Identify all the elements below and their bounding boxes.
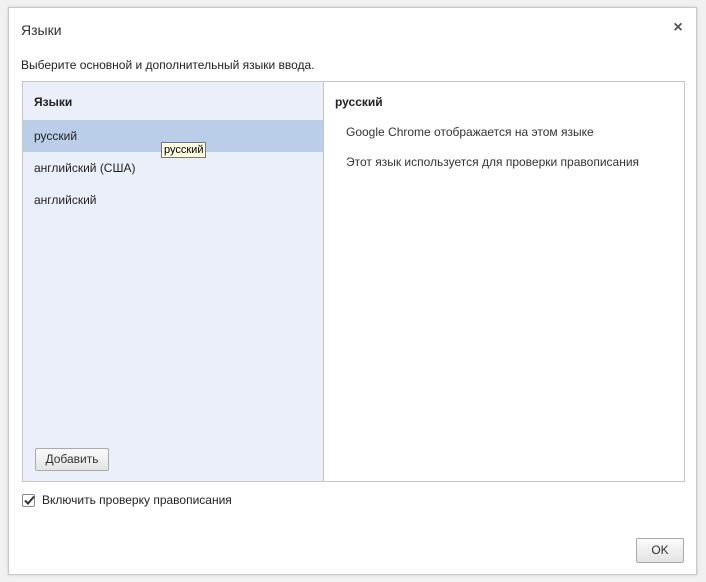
dialog-title: Языки (21, 22, 62, 38)
spellcheck-row: Включить проверку правописания (22, 492, 232, 508)
ok-button[interactable]: OK (636, 538, 684, 563)
languages-list: русский английский (США) английский (23, 120, 323, 216)
close-icon[interactable]: × (671, 20, 685, 36)
language-details-pane: русский Google Chrome отображается на эт… (324, 82, 684, 481)
dialog-description: Выберите основной и дополнительный языки… (21, 58, 315, 72)
spellcheck-language-info: Этот язык используется для проверки прав… (346, 155, 640, 169)
languages-list-pane: Языки русский английский (США) английски… (23, 82, 324, 481)
spellcheck-label: Включить проверку правописания (42, 493, 232, 507)
language-tooltip: русский (161, 142, 207, 158)
language-details-title: русский (335, 95, 383, 109)
language-item-english[interactable]: английский (23, 184, 323, 216)
languages-dialog: Языки × Выберите основной и дополнительн… (8, 7, 697, 575)
display-language-info: Google Chrome отображается на этом языке (346, 125, 594, 139)
checkmark-icon (24, 495, 35, 505)
add-language-button[interactable]: Добавить (35, 448, 109, 471)
languages-list-header: Языки (34, 95, 73, 109)
spellcheck-checkbox[interactable] (22, 493, 35, 507)
languages-panel: Языки русский английский (США) английски… (22, 81, 685, 482)
